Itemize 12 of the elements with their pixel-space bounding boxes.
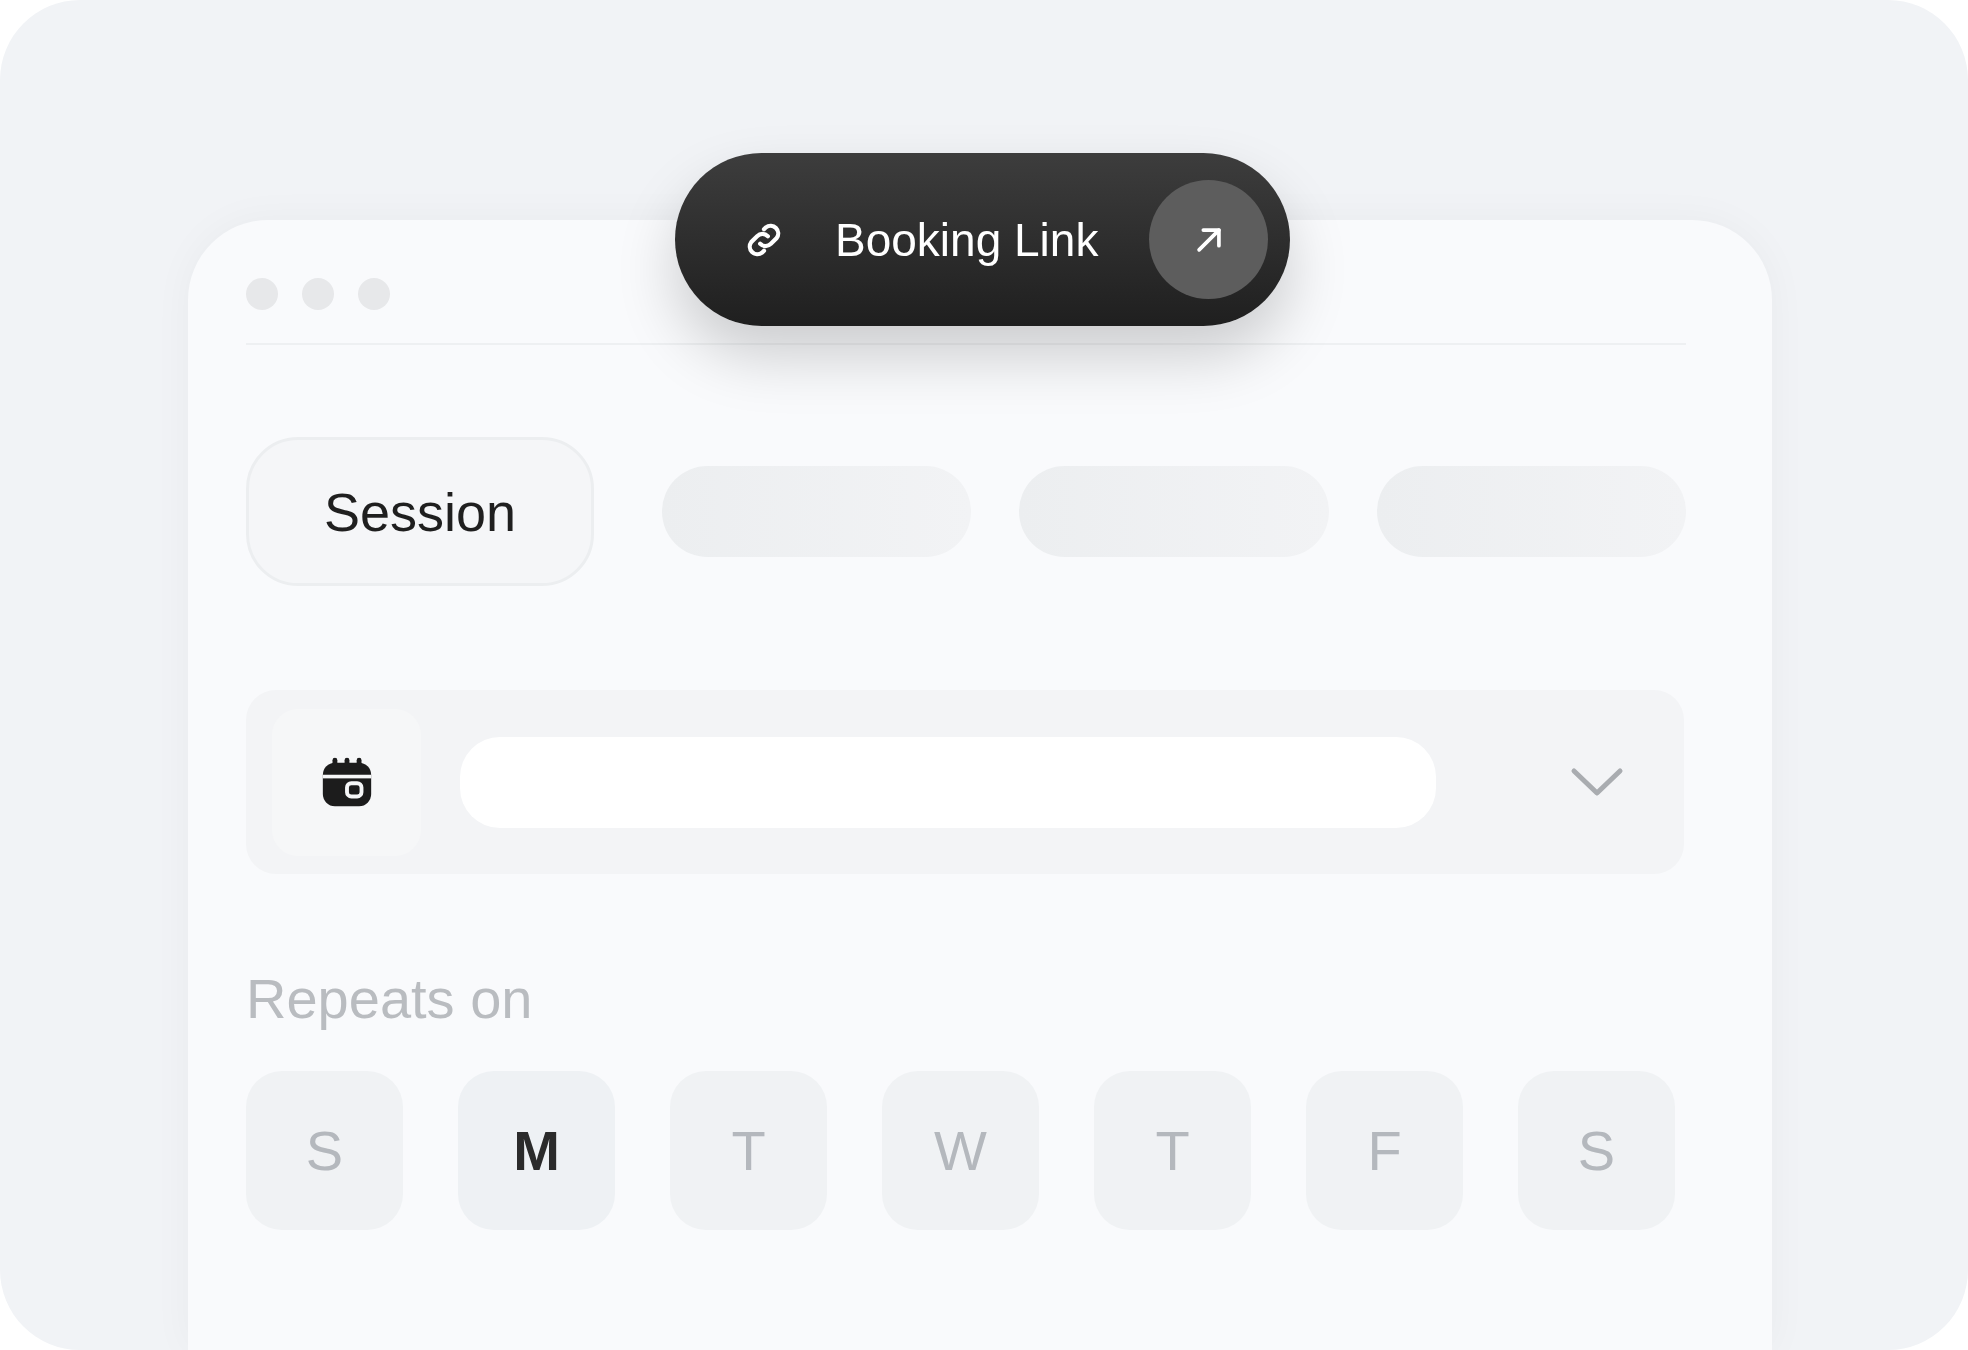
booking-link-button[interactable]: Booking Link — [675, 153, 1290, 326]
weekday-toggle[interactable]: M — [458, 1071, 615, 1230]
weekday-toggle[interactable]: F — [1306, 1071, 1463, 1230]
section-label: Repeats on — [246, 966, 534, 1031]
weekday-toggle[interactable]: W — [882, 1071, 1039, 1230]
chevron-down-icon[interactable] — [1570, 767, 1624, 797]
session-tab[interactable]: Session — [246, 437, 595, 586]
weekday-toggle[interactable]: T — [1094, 1071, 1251, 1230]
weekday-toggle[interactable]: S — [246, 1071, 403, 1230]
booking-link-label: Booking Link — [835, 212, 1099, 267]
weekday-toggle[interactable]: S — [1518, 1071, 1675, 1230]
weekday-toggle[interactable]: T — [670, 1071, 827, 1230]
